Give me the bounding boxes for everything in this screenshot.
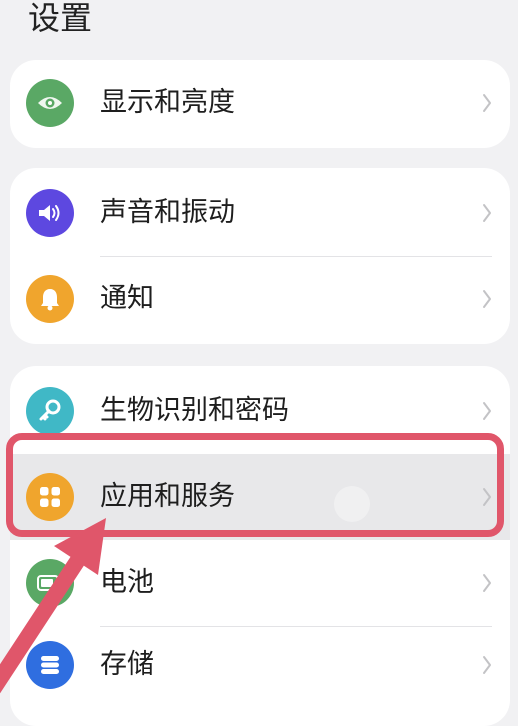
annotation-arrow-icon: [0, 518, 106, 694]
